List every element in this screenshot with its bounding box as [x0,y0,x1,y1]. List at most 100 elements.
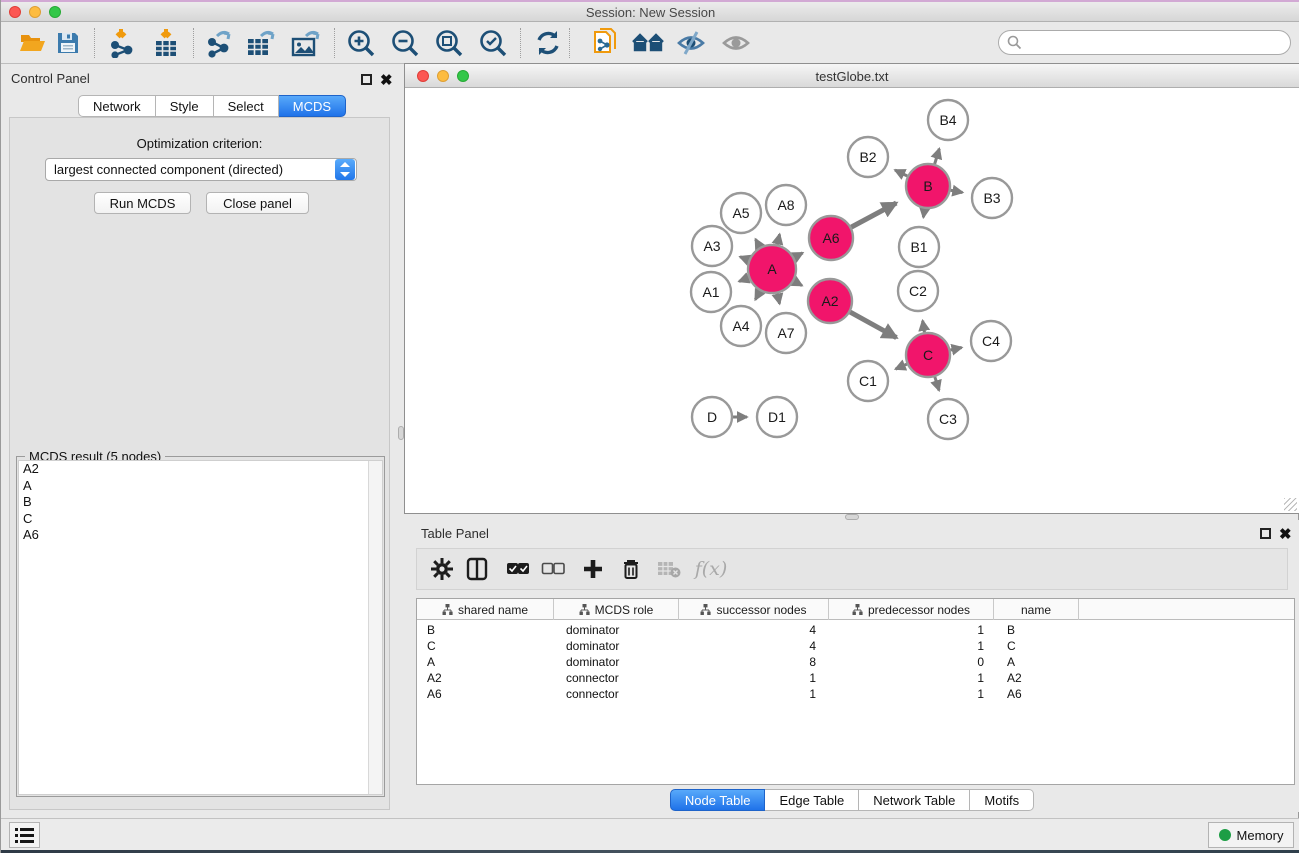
cell-shared-name[interactable]: B [417,622,554,638]
cell-successor-nodes[interactable]: 4 [679,622,829,638]
cell-name[interactable]: A [994,654,1079,670]
resize-grip-icon[interactable] [1284,498,1297,511]
cell-predecessor-nodes[interactable]: 1 [829,686,994,702]
column-header-mcds-role[interactable]: MCDS role [554,599,679,620]
mcds-result-item[interactable]: B [19,494,382,511]
network-graph[interactable]: B4B2BB3A8A5A6A3B1AA1C2A2A4A7C4CC1C3DD1 [405,88,1299,513]
search-field[interactable] [998,30,1291,55]
import-network-button[interactable] [104,27,138,59]
cell-predecessor-nodes[interactable]: 1 [829,622,994,638]
table-row[interactable]: B dominator 4 1 B [417,622,1294,638]
create-column-button[interactable] [578,554,608,584]
show-all-button[interactable] [719,27,753,59]
mcds-result-item[interactable]: A6 [19,527,382,544]
refresh-button[interactable] [531,27,565,59]
show-columns-button[interactable] [462,554,492,584]
graph-edge-A-A3[interactable] [740,257,749,260]
tab-edge-table[interactable]: Edge Table [765,789,859,811]
zoom-in-button[interactable] [344,27,378,59]
table-row[interactable]: A6 connector 1 1 A6 [417,686,1294,702]
cell-predecessor-nodes[interactable]: 0 [829,654,994,670]
export-table-button[interactable] [244,27,278,59]
graph-edge-B-B4[interactable] [935,149,940,164]
tab-select[interactable]: Select [214,95,279,117]
select-all-rows-button[interactable] [503,554,533,584]
graph-edge-B-B1[interactable] [923,209,924,218]
cell-successor-nodes[interactable]: 1 [679,686,829,702]
graph-edge-B-B3[interactable] [951,190,963,192]
cell-successor-nodes[interactable]: 1 [679,670,829,686]
cell-shared-name[interactable]: C [417,638,554,654]
mcds-result-item[interactable]: C [19,511,382,528]
graph-edge-A-A6[interactable] [794,253,803,257]
cell-mcds-role[interactable]: connector [554,670,679,686]
cell-mcds-role[interactable]: dominator [554,654,679,670]
graph-edge-A-A8[interactable] [777,234,779,244]
tab-mcds[interactable]: MCDS [279,95,346,117]
tab-motifs[interactable]: Motifs [970,789,1034,811]
hide-selected-button[interactable] [674,27,708,59]
column-header-predecessor-nodes[interactable]: predecessor nodes [829,599,994,620]
new-network-from-selection-button[interactable] [589,27,623,59]
import-table-button[interactable] [149,27,183,59]
graph-edge-A-A4[interactable] [755,291,760,300]
float-panel-icon[interactable] [1260,526,1271,544]
tab-network-table[interactable]: Network Table [859,789,970,811]
cell-mcds-role[interactable]: connector [554,686,679,702]
delete-column-button[interactable] [616,554,646,584]
cell-name[interactable]: A6 [994,686,1079,702]
list-scrollbar[interactable] [368,461,382,794]
mcds-result-item[interactable]: A2 [19,461,382,478]
graph-edge-B-B2[interactable] [895,170,907,176]
graph-edge-A-A7[interactable] [777,293,779,303]
export-network-button[interactable] [202,27,236,59]
column-header-name[interactable]: name [994,599,1079,620]
tab-network[interactable]: Network [78,95,156,117]
cell-name[interactable]: C [994,638,1079,654]
graph-edge-A-A5[interactable] [756,239,760,247]
cell-predecessor-nodes[interactable]: 1 [829,638,994,654]
deselect-all-rows-button[interactable] [538,554,568,584]
table-row[interactable]: C dominator 4 1 C [417,638,1294,654]
column-header-shared-name[interactable]: shared name [417,599,554,620]
cell-successor-nodes[interactable]: 8 [679,654,829,670]
graph-edge-C-C3[interactable] [935,377,939,390]
cell-predecessor-nodes[interactable]: 1 [829,670,994,686]
zoom-out-button[interactable] [388,27,422,59]
table-row[interactable]: A2 connector 1 1 A2 [417,670,1294,686]
cell-mcds-role[interactable]: dominator [554,638,679,654]
mcds-result-item[interactable]: A [19,478,382,495]
cell-mcds-role[interactable]: dominator [554,622,679,638]
delete-table-button[interactable] [654,554,684,584]
close-panel-icon[interactable]: ✖ [380,72,393,90]
criterion-dropdown[interactable]: largest connected component (directed) [45,158,357,181]
save-session-button[interactable] [51,27,85,59]
cell-name[interactable]: A2 [994,670,1079,686]
graph-edge-C-C2[interactable] [923,321,925,333]
graph-edge-A6-B[interactable] [851,203,896,227]
tab-node-table[interactable]: Node Table [670,789,766,811]
graph-edge-A2-C[interactable] [850,312,896,338]
zoom-fit-button[interactable] [432,27,466,59]
graph-edge-C-C4[interactable] [950,348,961,351]
close-panel-icon[interactable]: ✖ [1279,526,1292,544]
graph-edge-A-A2[interactable] [794,281,802,285]
tab-style[interactable]: Style [156,95,214,117]
open-session-button[interactable] [16,27,50,59]
first-neighbors-button[interactable] [631,27,665,59]
cell-shared-name[interactable]: A6 [417,686,554,702]
close-panel-button[interactable]: Close panel [206,192,309,214]
export-image-button[interactable] [289,27,323,59]
float-panel-icon[interactable] [361,72,372,90]
column-header-successor-nodes[interactable]: successor nodes [679,599,829,620]
memory-button[interactable]: Memory [1208,822,1294,848]
run-mcds-button[interactable]: Run MCDS [94,192,191,214]
network-canvas[interactable]: B4B2BB3A8A5A6A3B1AA1C2A2A4A7C4CC1C3DD1 [405,88,1299,513]
table-options-button[interactable] [427,554,457,584]
cell-successor-nodes[interactable]: 4 [679,638,829,654]
zoom-selected-button[interactable] [476,27,510,59]
mcds-result-list[interactable]: A2 A B C A6 [18,460,383,795]
cell-shared-name[interactable]: A [417,654,554,670]
graph-edge-A-A1[interactable] [739,278,749,282]
cell-name[interactable]: B [994,622,1079,638]
